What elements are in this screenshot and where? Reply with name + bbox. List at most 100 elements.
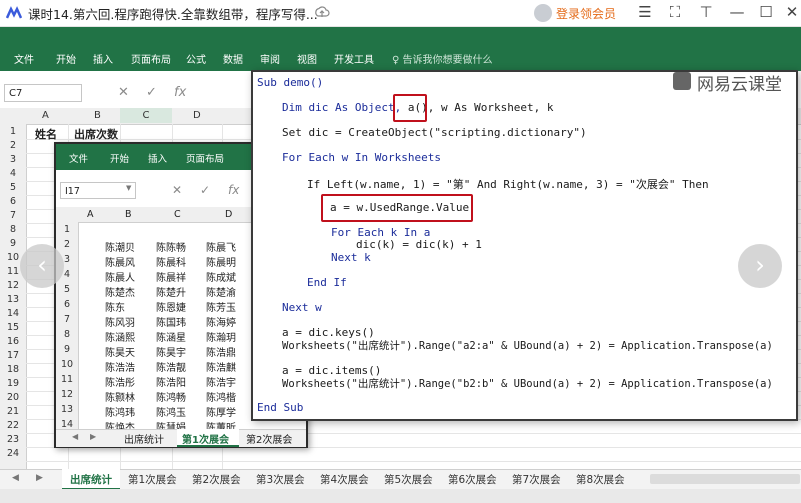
row-number[interactable]: 19: [0, 378, 26, 389]
sheet-tab-8[interactable]: 第8次展会: [576, 472, 625, 487]
inner-name-box[interactable]: I17: [60, 182, 136, 199]
inner-row-number[interactable]: 6: [56, 299, 78, 310]
inner-cell[interactable]: 陈国玮: [156, 314, 206, 329]
maximize-icon[interactable]: ☐: [757, 3, 775, 21]
inner-cell[interactable]: 陈鸿楷: [206, 389, 252, 404]
inner-namebox-dropdown-icon[interactable]: ▼: [126, 184, 131, 192]
inner-cell[interactable]: 陈楚杰: [105, 284, 155, 299]
upload-icon[interactable]: [314, 4, 330, 20]
cell-b1[interactable]: 出席次数: [74, 126, 118, 142]
row-number[interactable]: 14: [0, 308, 26, 319]
inner-row-number[interactable]: 8: [56, 329, 78, 340]
sheet-tab-attendance[interactable]: 出席统计: [70, 472, 112, 487]
prev-arrow-icon[interactable]: ‹: [20, 244, 64, 288]
inner-cell[interactable]: 陈成斌: [206, 269, 252, 284]
minimize-icon[interactable]: —: [728, 3, 746, 21]
inner-scroll-left-icon[interactable]: ◀: [72, 432, 78, 441]
row-number[interactable]: 15: [0, 322, 26, 333]
row-number[interactable]: 20: [0, 392, 26, 403]
inner-cell[interactable]: 陈厚学: [206, 404, 252, 419]
ribbon-tab-view[interactable]: 视图: [297, 51, 317, 66]
row-number[interactable]: 6: [0, 196, 26, 207]
inner-cell[interactable]: 陈鸿玉: [156, 404, 206, 419]
inner-cell[interactable]: 陈浩靓: [156, 359, 206, 374]
row-number[interactable]: 13: [0, 294, 26, 305]
sheet-scroll-left-icon[interactable]: ◀: [12, 473, 19, 483]
inner-cell[interactable]: 陈楚升: [156, 284, 206, 299]
ribbon-tab-insert[interactable]: 插入: [93, 51, 113, 66]
inner-cell[interactable]: 陈芳玉: [206, 299, 252, 314]
name-box[interactable]: C7: [4, 84, 82, 102]
sheet-tab-3[interactable]: 第3次展会: [256, 472, 305, 487]
row-number[interactable]: 24: [0, 448, 26, 459]
row-number[interactable]: 17: [0, 350, 26, 361]
inner-cell[interactable]: 陈海婷: [206, 314, 252, 329]
ribbon-tab-developer[interactable]: 开发工具: [334, 51, 374, 66]
inner-row-number[interactable]: 10: [56, 359, 78, 370]
ribbon-tab-file[interactable]: 文件: [14, 51, 34, 66]
row-number[interactable]: 8: [0, 224, 26, 235]
pin-icon[interactable]: ⊤: [697, 3, 715, 21]
inner-cell[interactable]: 陈昊宇: [156, 344, 206, 359]
ribbon-tab-home[interactable]: 开始: [56, 51, 76, 66]
row-number[interactable]: 21: [0, 406, 26, 417]
fullscreen-icon[interactable]: ⛶: [666, 3, 684, 21]
inner-cell[interactable]: 陈晨风: [105, 254, 155, 269]
ribbon-tab-layout[interactable]: 页面布局: [131, 51, 171, 66]
inner-cell[interactable]: 陈晨飞: [206, 239, 252, 254]
inner-scroll-right-icon[interactable]: ▶: [90, 432, 96, 441]
row-number[interactable]: 1: [0, 126, 26, 137]
sheet-tab-4[interactable]: 第4次展会: [320, 472, 369, 487]
inner-cell[interactable]: 陈浩宇: [206, 374, 252, 389]
inner-cell[interactable]: 陈晨人: [105, 269, 155, 284]
inner-cell[interactable]: 陈浩阳: [156, 374, 206, 389]
inner-row-number[interactable]: 11: [56, 374, 78, 385]
inner-row-number[interactable]: 2: [56, 239, 78, 250]
close-icon[interactable]: ✕: [783, 3, 801, 21]
sheet-tab-2[interactable]: 第2次展会: [192, 472, 241, 487]
row-number[interactable]: 18: [0, 364, 26, 375]
inner-cell[interactable]: 陈浩麒: [206, 359, 252, 374]
row-number[interactable]: 23: [0, 434, 26, 445]
inner-sheet-tab-1[interactable]: 第1次展会: [182, 431, 229, 446]
inner-row-number[interactable]: 5: [56, 284, 78, 295]
inner-cell[interactable]: 陈涵熙: [105, 329, 155, 344]
inner-col-d[interactable]: D: [225, 209, 232, 220]
inner-tab-insert[interactable]: 插入: [148, 151, 167, 165]
sheet-scroll-right-icon[interactable]: ▶: [36, 473, 43, 483]
login-link[interactable]: 登录领会员: [556, 5, 616, 22]
inner-cancel-icon[interactable]: ✕: [172, 183, 182, 197]
horizontal-scrollbar[interactable]: [650, 474, 800, 484]
inner-tab-home[interactable]: 开始: [110, 151, 129, 165]
inner-row-number[interactable]: 9: [56, 344, 78, 355]
inner-sheet-tab-attendance[interactable]: 出席统计: [124, 431, 164, 446]
avatar-icon[interactable]: [534, 4, 552, 22]
ribbon-tab-formulas[interactable]: 公式: [186, 51, 206, 66]
inner-cell[interactable]: 陈晨科: [156, 254, 206, 269]
row-number[interactable]: 16: [0, 336, 26, 347]
inner-cell[interactable]: 陈楚渝: [206, 284, 252, 299]
cancel-icon[interactable]: ✕: [118, 85, 129, 100]
inner-cell[interactable]: 陈晨祥: [156, 269, 206, 284]
col-header-a[interactable]: A: [42, 110, 49, 121]
inner-tab-layout[interactable]: 页面布局: [186, 151, 224, 165]
inner-function-icon[interactable]: fx: [228, 183, 239, 197]
inner-cell[interactable]: 陈鸿畅: [156, 389, 206, 404]
inner-col-a[interactable]: A: [87, 209, 94, 220]
inner-cell[interactable]: 陈鸿玮: [105, 404, 155, 419]
inner-cell[interactable]: 陈涵星: [156, 329, 206, 344]
col-header-b[interactable]: B: [94, 110, 101, 121]
tell-me-box[interactable]: ♀ 告诉我你想要做什么: [392, 51, 493, 66]
row-number[interactable]: 2: [0, 140, 26, 151]
inner-cell[interactable]: 陈浩浩: [105, 359, 155, 374]
inner-cell[interactable]: 陈潮贝: [105, 239, 155, 254]
inner-row-number[interactable]: 13: [56, 404, 78, 415]
inner-cell[interactable]: 陈陈畅: [156, 239, 206, 254]
inner-cell[interactable]: 陈昊天: [105, 344, 155, 359]
inner-col-b[interactable]: B: [125, 209, 132, 220]
inner-sheet-tab-2[interactable]: 第2次展会: [246, 431, 292, 446]
inner-cell[interactable]: 陈颢林: [105, 389, 155, 404]
inner-cell[interactable]: 陈浩彤: [105, 374, 155, 389]
sheet-tab-7[interactable]: 第7次展会: [512, 472, 561, 487]
menu-icon[interactable]: ☰: [636, 3, 654, 21]
